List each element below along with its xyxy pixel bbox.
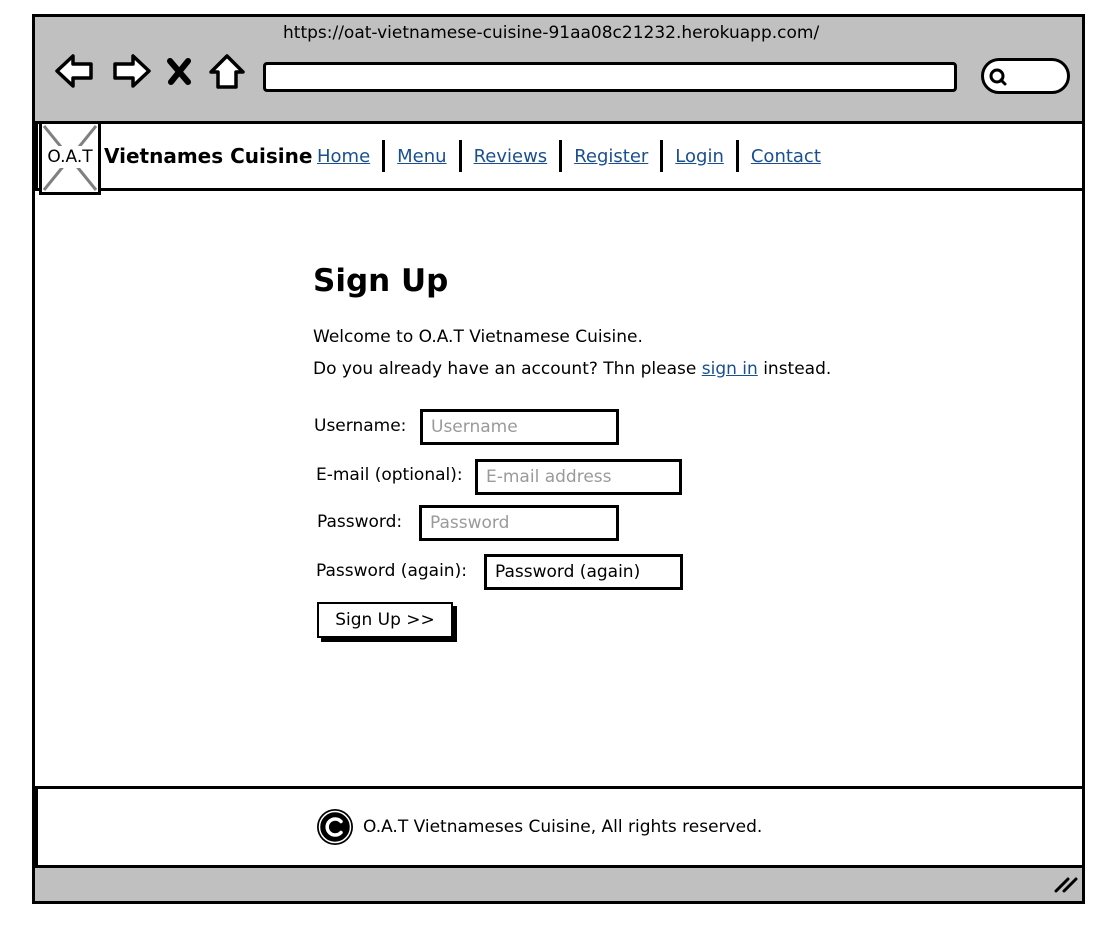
nav-divider — [559, 140, 563, 172]
signin-link[interactable]: sign in — [702, 359, 758, 379]
home-icon[interactable] — [205, 51, 249, 91]
nav-divider — [660, 140, 664, 172]
nav-link-reviews[interactable]: Reviews — [474, 146, 548, 167]
signin-suffix: instead. — [763, 359, 832, 379]
nav-link-register[interactable]: Register — [574, 146, 648, 167]
close-icon[interactable] — [161, 51, 197, 91]
nav-divider — [382, 140, 386, 172]
username-label: Username: — [314, 416, 407, 436]
footer-text: O.A.T Vietnameses Cuisine, All rights re… — [363, 817, 763, 837]
signin-prefix: Do you already have an account? Thn plea… — [313, 359, 697, 379]
signin-prompt: Do you already have an account? Thn plea… — [313, 359, 831, 379]
nav-link-home[interactable]: Home — [317, 146, 370, 167]
browser-window: https://oat-vietnamese-cuisine-91aa08c21… — [32, 14, 1085, 904]
password-again-label: Password (again): — [316, 561, 467, 581]
password-label: Password: — [317, 512, 403, 532]
signup-button[interactable]: Sign Up >> — [317, 602, 453, 638]
password-again-input[interactable] — [484, 554, 683, 590]
copyright-icon — [317, 809, 353, 845]
site-logo[interactable]: O.A.T — [39, 121, 101, 195]
password-input[interactable] — [419, 505, 619, 541]
nav-link-contact[interactable]: Contact — [751, 146, 821, 167]
site-footer: O.A.T Vietnameses Cuisine, All rights re… — [35, 786, 1085, 868]
arrow-right-icon[interactable] — [109, 51, 153, 91]
email-label: E-mail (optional): — [316, 465, 463, 485]
username-input[interactable] — [420, 409, 619, 445]
arrow-left-icon[interactable] — [53, 51, 97, 91]
search-icon — [988, 67, 1008, 91]
welcome-text: Welcome to O.A.T Vietnamese Cuisine. — [313, 327, 643, 347]
nav-divider — [458, 140, 462, 172]
nav-link-login[interactable]: Login — [675, 146, 724, 167]
email-input[interactable] — [475, 459, 682, 495]
browser-search-box[interactable] — [981, 58, 1070, 94]
nav-divider — [735, 140, 739, 172]
logo-label: O.A.T — [44, 146, 96, 168]
page-viewport: O.A.T Vietnames Cuisine Home Menu Review… — [35, 121, 1085, 868]
site-navbar: O.A.T Vietnames Cuisine Home Menu Review… — [35, 121, 1085, 195]
resize-grip-icon[interactable] — [1052, 872, 1078, 898]
nav-link-menu[interactable]: Menu — [397, 146, 446, 167]
brand-name: Vietnames Cuisine — [104, 144, 313, 168]
window-url: https://oat-vietnamese-cuisine-91aa08c21… — [283, 23, 820, 43]
page-title: Sign Up — [313, 263, 449, 299]
nav-links: Home Menu Reviews Register Login Contact — [317, 140, 821, 172]
address-bar[interactable] — [263, 62, 957, 92]
